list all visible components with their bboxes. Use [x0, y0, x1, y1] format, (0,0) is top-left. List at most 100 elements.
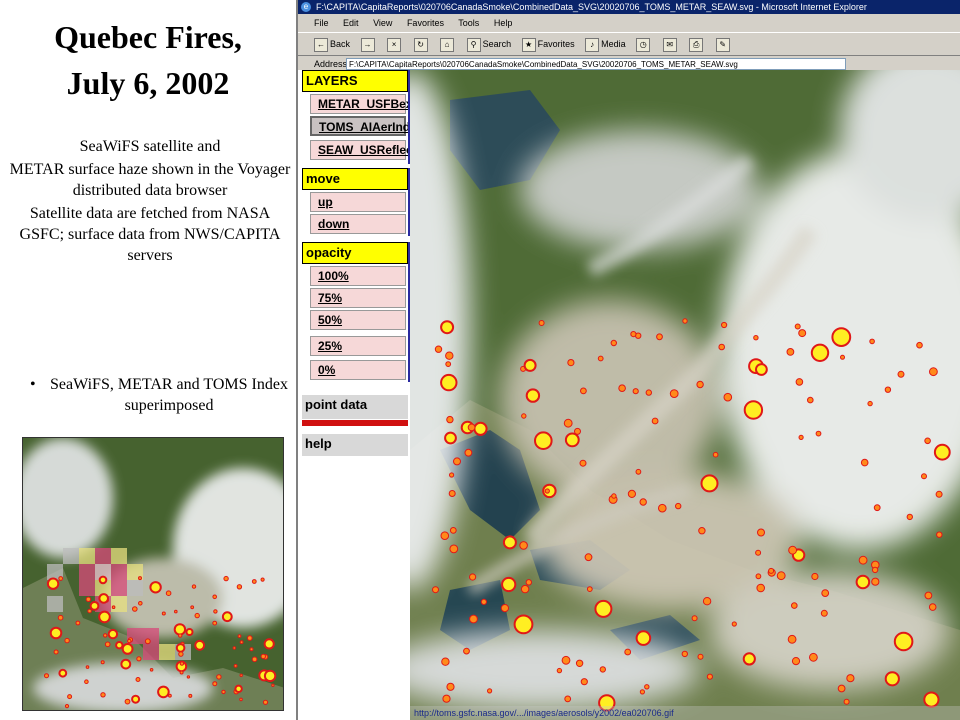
metar-station-marker	[449, 527, 457, 534]
metar-station-marker	[811, 572, 819, 581]
metar-station-marker	[64, 704, 70, 709]
metar-station-marker	[194, 612, 200, 619]
menu-edit[interactable]: Edit	[343, 18, 359, 28]
metar-station-marker	[831, 327, 852, 348]
home-button[interactable]: ⌂	[440, 33, 456, 55]
metar-station-marker	[135, 677, 141, 682]
metar-station-marker	[174, 609, 178, 614]
forward-button[interactable]: →	[360, 33, 377, 55]
metar-station-marker	[586, 586, 593, 592]
edit-icon: ✎	[715, 37, 730, 52]
metar-station-marker	[755, 573, 762, 580]
metar-station-marker	[85, 596, 92, 603]
metar-station-marker	[635, 630, 652, 646]
metar-station-marker	[798, 329, 807, 338]
metar-station-marker	[440, 531, 450, 541]
print-button[interactable]: ⎙	[689, 33, 705, 55]
metar-station-marker	[871, 566, 879, 574]
metar-station-marker	[442, 694, 451, 703]
metar-station-marker	[639, 498, 647, 506]
opacity-0-button[interactable]: 0%	[310, 360, 406, 380]
metar-station-marker	[464, 448, 473, 457]
layer-seaw-button[interactable]: SEAW_USReflect	[310, 140, 417, 160]
metar-station-marker	[49, 626, 63, 640]
menu-tools[interactable]: Tools	[458, 18, 479, 28]
menu-view[interactable]: View	[373, 18, 392, 28]
metar-station-marker	[89, 601, 100, 611]
history-button[interactable]: ◷	[636, 33, 652, 55]
media-label: Media	[601, 39, 626, 49]
opacity-50-button[interactable]: 50%	[310, 310, 406, 330]
search-label: Search	[482, 39, 512, 49]
opacity-75-button[interactable]: 75%	[310, 288, 406, 308]
metar-station-marker	[742, 652, 756, 666]
metar-station-marker	[138, 576, 142, 581]
metar-station-marker	[104, 641, 111, 648]
layer-toms-button[interactable]: TOMS_AIAerIndex	[310, 116, 423, 136]
metar-station-marker	[718, 343, 726, 351]
metar-station-marker	[463, 647, 470, 655]
opacity-header: opacity	[302, 242, 408, 264]
media-icon: ♪	[585, 37, 600, 52]
metar-station-marker	[712, 451, 719, 458]
metar-station-marker	[691, 615, 698, 622]
back-button[interactable]: ← Back	[314, 33, 350, 55]
metar-station-marker	[53, 649, 59, 655]
metar-station-marker	[173, 623, 187, 636]
metar-station-marker	[98, 575, 108, 585]
metar-station-marker	[618, 384, 626, 393]
move-down-button[interactable]: down	[310, 214, 406, 234]
metar-station-marker	[44, 673, 49, 679]
move-header: move	[302, 168, 408, 190]
forward-arrow-icon: →	[360, 37, 375, 52]
metar-station-marker	[520, 584, 530, 594]
metar-station-marker	[469, 614, 478, 624]
metar-station-marker	[448, 490, 456, 497]
metar-station-marker	[815, 430, 822, 437]
address-input[interactable]: F:\CAPITA\CapitaReports\020706CanadaSmok…	[346, 58, 846, 70]
slide-bullet: • SeaWiFS, METAR and TOMS Index superimp…	[30, 374, 292, 416]
metar-station-marker	[840, 354, 845, 360]
mail-button[interactable]: ✉	[662, 33, 679, 55]
metar-station-marker	[630, 331, 637, 338]
move-up-button[interactable]: up	[310, 192, 406, 212]
menu-file[interactable]: File	[314, 18, 329, 28]
layers-header: LAYERS	[302, 70, 408, 92]
metar-station-marker	[651, 417, 659, 425]
metar-station-marker	[523, 358, 537, 372]
metar-station-marker	[906, 513, 913, 521]
stop-button[interactable]: ×	[387, 33, 403, 55]
search-button[interactable]: ⚲ Search	[466, 33, 512, 55]
metar-station-marker	[247, 635, 253, 641]
menu-favorites[interactable]: Favorites	[407, 18, 444, 28]
metar-station-marker	[635, 468, 642, 475]
metar-station-marker	[190, 605, 195, 610]
opacity-25-button[interactable]: 25%	[310, 336, 406, 356]
metar-station-marker	[776, 571, 786, 581]
metar-station-marker	[611, 493, 617, 499]
metar-station-marker	[564, 695, 572, 703]
opacity-100-button[interactable]: 100%	[310, 266, 406, 286]
image-source-url: http://toms.gsfc.nasa.gov/.../images/aer…	[410, 706, 960, 720]
metar-station-marker	[574, 427, 581, 435]
point-data-button[interactable]: point data	[302, 396, 408, 416]
bullet-text: SeaWiFS, METAR and TOMS Index superimpos…	[50, 376, 288, 414]
favorites-button[interactable]: ★ Favorites	[521, 33, 575, 55]
metar-station-marker	[191, 584, 197, 589]
metar-station-marker	[884, 386, 892, 393]
metar-station-marker	[935, 490, 943, 498]
layer-metar-button[interactable]: METAR_USFBext	[310, 94, 416, 114]
metar-station-marker	[98, 593, 109, 604]
help-button[interactable]: help	[302, 434, 408, 456]
metar-station-marker	[564, 432, 580, 448]
metar-station-marker	[924, 591, 933, 600]
refresh-button[interactable]: ↻	[413, 33, 430, 55]
metar-station-marker	[212, 594, 217, 600]
metar-station-marker	[449, 472, 455, 478]
metar-station-marker	[446, 415, 454, 424]
edit-button[interactable]: ✎	[715, 33, 732, 55]
satellite-map[interactable]: http://toms.gsfc.nasa.gov/.../images/aer…	[410, 70, 960, 720]
menu-help[interactable]: Help	[494, 18, 513, 28]
metar-station-marker	[161, 611, 166, 616]
media-button[interactable]: ♪ Media	[585, 33, 626, 55]
